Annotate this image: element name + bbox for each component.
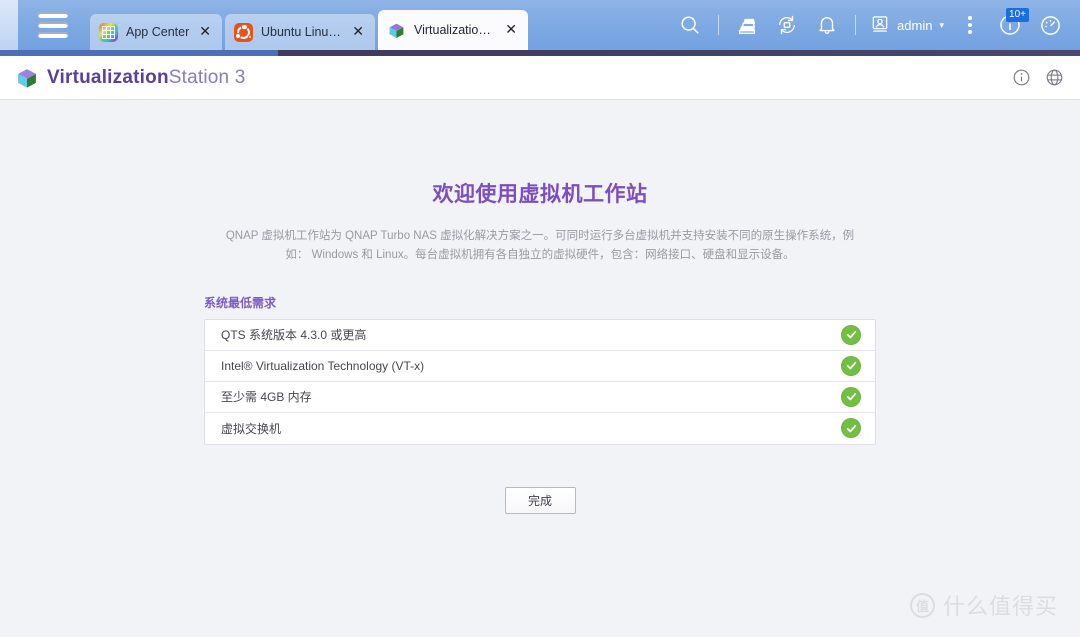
system-icon-tray: admin ▾ 10+ <box>670 0 1070 50</box>
watermark: 值 什么值得买 <box>909 589 1058 621</box>
info-icon[interactable] <box>1012 68 1031 87</box>
chevron-down-icon: ▾ <box>939 19 944 30</box>
desktop-topbar: App Center ✕ Ubuntu Linux ... ✕ Virtuali… <box>0 0 1080 50</box>
action-bar: 完成 <box>0 486 1080 514</box>
app-center-icon <box>99 22 118 42</box>
check-ok-icon <box>841 418 861 439</box>
finish-button[interactable]: 完成 <box>504 486 576 514</box>
virtualization-cube-icon <box>16 67 38 89</box>
hamburger-bar <box>38 12 68 18</box>
main-content: 欢迎使用虚拟机工作站 QNAP 虚拟机工作站为 QNAP Turbo NAS 虚… <box>0 100 1080 637</box>
requirements-section: 系统最低需求 QTS 系统版本 4.3.0 或更高 Intel® Virtual… <box>204 294 876 445</box>
sync-icon[interactable] <box>767 0 807 50</box>
requirement-label: 虚拟交换机 <box>221 421 282 436</box>
tab-virtualization-station[interactable]: Virtualization ... ✕ <box>377 10 528 50</box>
hamburger-bar <box>38 22 68 28</box>
requirement-label: QTS 系统版本 4.3.0 或更高 <box>221 328 367 343</box>
notification-bell-icon[interactable] <box>807 0 847 50</box>
requirements-heading: 系统最低需求 <box>204 295 277 310</box>
requirement-row: 至少需 4GB 内存 <box>205 382 875 413</box>
divider <box>855 15 857 35</box>
app-title-bold: Virtualization <box>47 66 169 88</box>
user-name: admin <box>897 17 933 33</box>
requirement-label: Intel® Virtualization Technology (VT-x) <box>221 358 425 373</box>
welcome-title: 欢迎使用虚拟机工作站 <box>432 183 648 206</box>
watermark-text: 什么值得买 <box>942 594 1058 619</box>
check-ok-icon <box>841 355 861 376</box>
dashboard-gauge-icon[interactable] <box>1030 0 1070 50</box>
tab-close-icon[interactable]: ✕ <box>352 25 364 39</box>
app-header: VirtualizationStation 3 <box>0 56 1080 100</box>
tab-app-center[interactable]: App Center ✕ <box>90 14 222 50</box>
page-title: VirtualizationStation 3 <box>47 67 246 89</box>
language-globe-icon[interactable] <box>1045 68 1064 87</box>
user-menu[interactable]: admin ▾ <box>864 14 950 37</box>
requirement-row: Intel® Virtualization Technology (VT-x) <box>205 351 875 382</box>
tab-close-icon[interactable]: ✕ <box>505 23 517 37</box>
check-ok-icon <box>841 324 861 345</box>
hamburger-bar <box>38 32 68 38</box>
tab-label: App Center <box>126 25 190 39</box>
hamburger-menu-icon[interactable] <box>38 12 68 38</box>
info-badge: 10+ <box>1006 8 1029 22</box>
search-icon[interactable] <box>670 0 710 50</box>
app-header-actions <box>1012 68 1064 87</box>
requirement-label: 至少需 4GB 内存 <box>221 390 312 405</box>
virtualization-cube-icon <box>386 20 406 40</box>
welcome-description: QNAP 虚拟机工作站为 QNAP Turbo NAS 虚拟化解决方案之一。可同… <box>225 230 855 261</box>
background-tasks-icon[interactable] <box>727 0 767 50</box>
requirement-row: QTS 系统版本 4.3.0 或更高 <box>205 320 875 351</box>
divider <box>718 15 720 35</box>
topbar-left-edge <box>0 0 18 50</box>
info-icon[interactable]: 10+ <box>990 0 1030 50</box>
user-avatar-icon <box>870 14 890 37</box>
tab-close-icon[interactable]: ✕ <box>199 25 211 39</box>
more-options-icon[interactable] <box>950 0 990 50</box>
app-title-normal: Station 3 <box>168 66 246 88</box>
watermark-badge: 值 <box>909 592 935 618</box>
requirement-row: 虚拟交换机 <box>205 413 875 444</box>
ubuntu-icon <box>233 22 253 42</box>
tab-label: Virtualization ... <box>413 23 496 37</box>
tab-label: Ubuntu Linux ... <box>260 25 343 39</box>
tab-strip: App Center ✕ Ubuntu Linux ... ✕ Virtuali… <box>90 10 531 50</box>
tab-ubuntu-linux[interactable]: Ubuntu Linux ... ✕ <box>224 14 375 50</box>
check-ok-icon <box>841 386 861 407</box>
requirements-list: QTS 系统版本 4.3.0 或更高 Intel® Virtualization… <box>204 318 876 445</box>
